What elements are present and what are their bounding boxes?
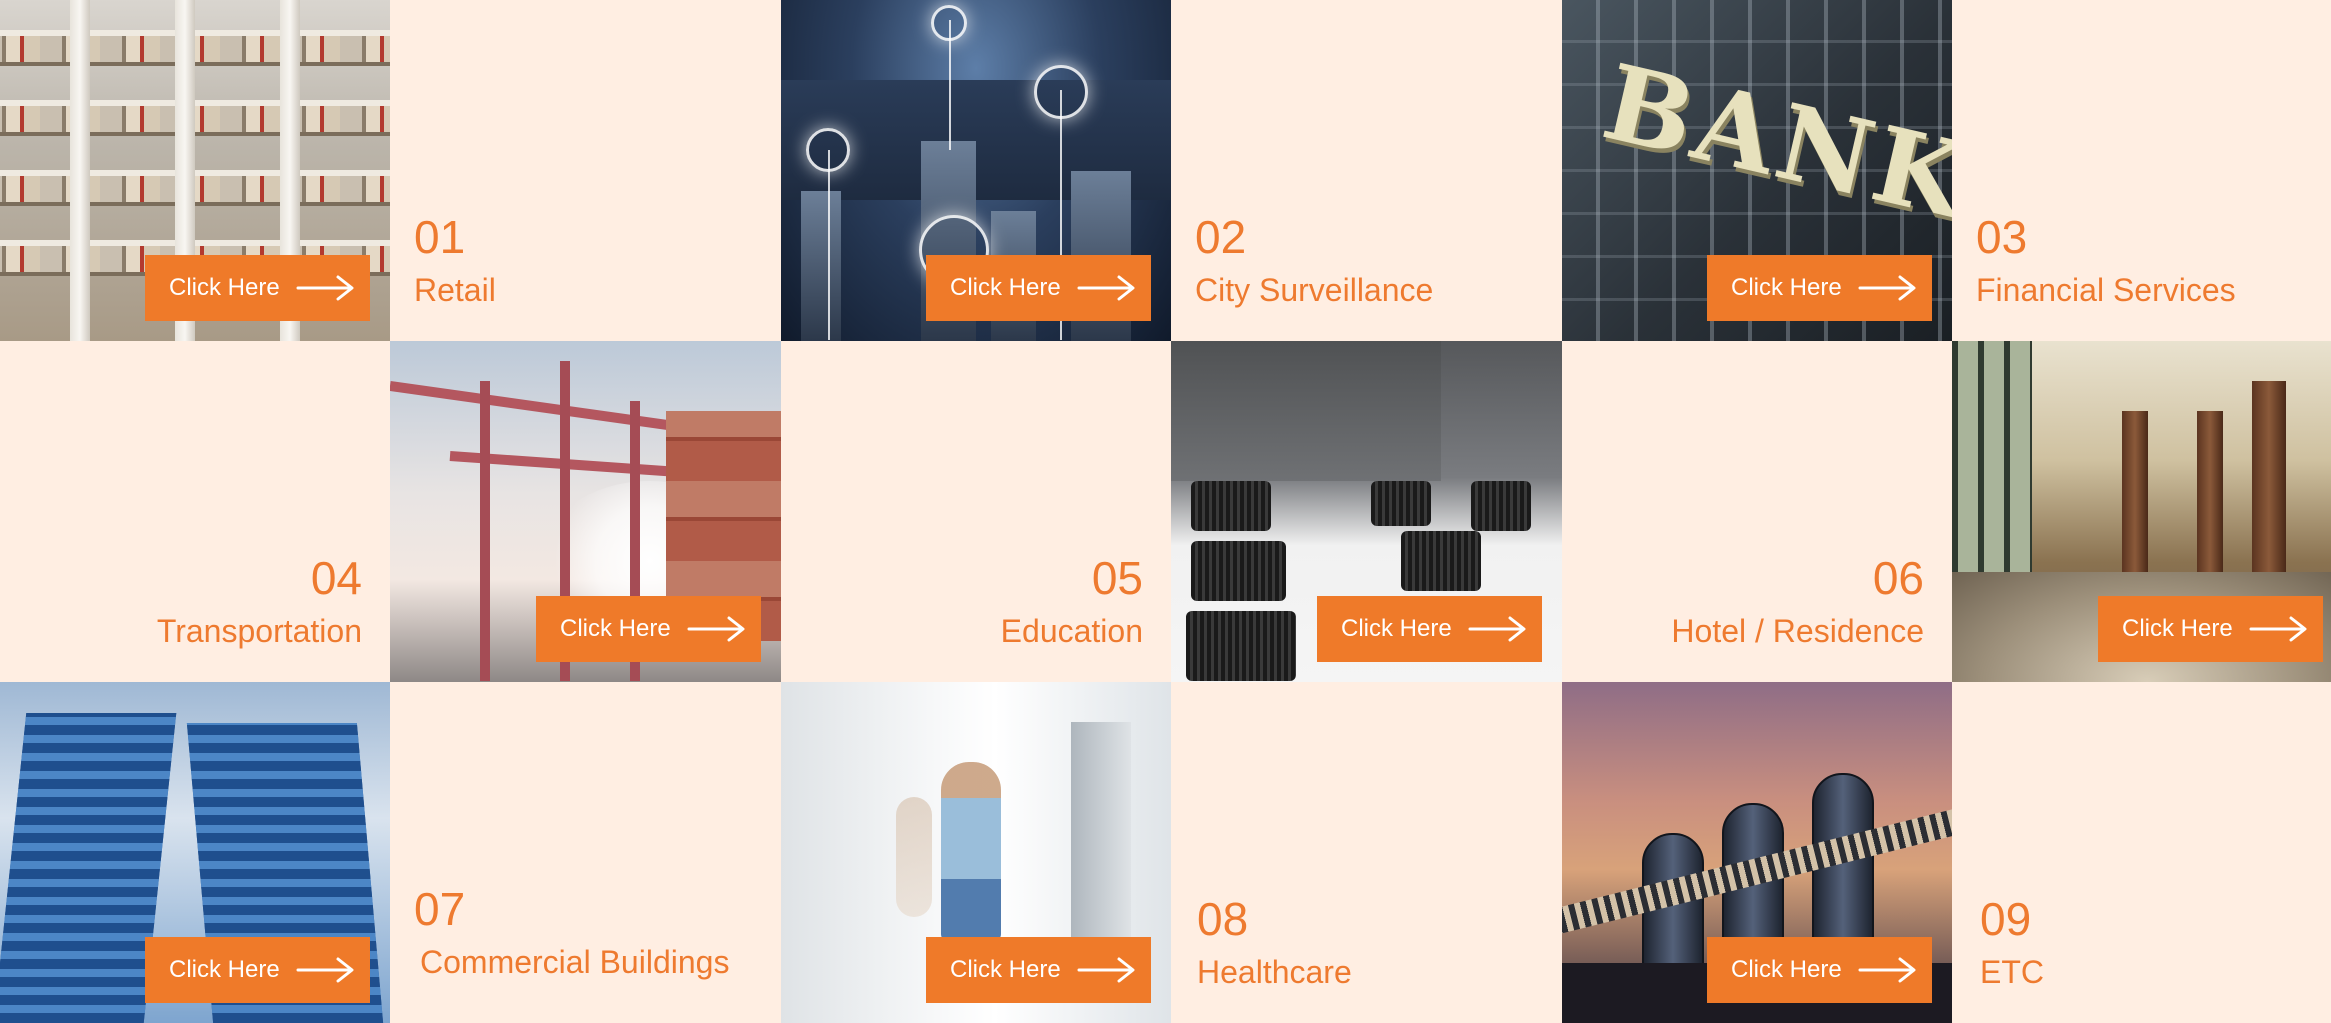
category-number: 04	[310, 552, 362, 604]
click-here-label: Click Here	[1731, 956, 1842, 983]
category-label[interactable]: Transportation	[157, 613, 362, 650]
hotel-residence-photo: Click Here	[1952, 341, 2331, 682]
category-number: 08	[1197, 893, 1249, 945]
commercial-buildings-click-here-button[interactable]: Click Here	[145, 937, 370, 1003]
category-label[interactable]: City Surveillance	[1195, 272, 1433, 309]
category-label[interactable]: Healthcare	[1197, 954, 1352, 991]
click-here-label: Click Here	[1341, 615, 1452, 642]
category-label[interactable]: Commercial Buildings	[420, 944, 729, 981]
category-number: 07	[414, 883, 466, 935]
etc-photo: Click Here	[1562, 682, 1952, 1023]
click-here-label: Click Here	[169, 274, 280, 301]
commercial-buildings-photo: Click Here	[0, 682, 390, 1023]
arrow-right-icon	[1468, 616, 1526, 642]
hotel-residence-click-here-button[interactable]: Click Here	[2098, 596, 2323, 662]
industry-grid: Click Here 01 Retail Click Here 02 City …	[0, 0, 2331, 1023]
retail-caption: 01 Retail	[390, 0, 781, 341]
retail-photo: Click Here	[0, 0, 390, 341]
click-here-label: Click Here	[950, 956, 1061, 983]
arrow-right-icon	[1858, 275, 1916, 301]
arrow-right-icon	[296, 957, 354, 983]
click-here-label: Click Here	[2122, 615, 2233, 642]
category-number: 03	[1976, 211, 2028, 263]
category-number: 01	[414, 211, 466, 263]
category-label[interactable]: Education	[1001, 613, 1143, 650]
arrow-right-icon	[1077, 275, 1135, 301]
financial-services-click-here-button[interactable]: Click Here	[1707, 255, 1932, 321]
arrow-right-icon	[2249, 616, 2307, 642]
city-surveillance-click-here-button[interactable]: Click Here	[926, 255, 1151, 321]
etc-click-here-button[interactable]: Click Here	[1707, 937, 1932, 1003]
category-number: 02	[1195, 211, 1247, 263]
transportation-caption: 04 Transportation	[0, 341, 390, 682]
category-number: 05	[1091, 552, 1143, 604]
category-label[interactable]: Hotel / Residence	[1671, 613, 1924, 650]
city-surveillance-caption: 02 City Surveillance	[1171, 0, 1562, 341]
healthcare-photo: Click Here	[781, 682, 1171, 1023]
education-photo: Click Here	[1171, 341, 1562, 682]
financial-services-photo: BANK Click Here	[1562, 0, 1952, 341]
education-click-here-button[interactable]: Click Here	[1317, 596, 1542, 662]
category-label[interactable]: Financial Services	[1976, 272, 2236, 309]
hotel-residence-caption: 06 Hotel / Residence	[1562, 341, 1952, 682]
city-surveillance-photo: Click Here	[781, 0, 1171, 341]
click-here-label: Click Here	[560, 615, 671, 642]
category-label[interactable]: Retail	[414, 272, 496, 309]
click-here-label: Click Here	[1731, 274, 1842, 301]
category-number: 09	[1980, 893, 2032, 945]
education-caption: 05 Education	[781, 341, 1171, 682]
transportation-photo: Click Here	[390, 341, 781, 682]
commercial-buildings-caption: 07 Commercial Buildings	[390, 682, 781, 1023]
click-here-label: Click Here	[950, 274, 1061, 301]
etc-caption: 09 ETC	[1952, 682, 2331, 1023]
click-here-label: Click Here	[169, 956, 280, 983]
healthcare-click-here-button[interactable]: Click Here	[926, 937, 1151, 1003]
arrow-right-icon	[296, 275, 354, 301]
category-label[interactable]: ETC	[1980, 954, 2044, 991]
transportation-click-here-button[interactable]: Click Here	[536, 596, 761, 662]
healthcare-caption: 08 Healthcare	[1171, 682, 1562, 1023]
financial-services-caption: 03 Financial Services	[1952, 0, 2331, 341]
arrow-right-icon	[1077, 957, 1135, 983]
arrow-right-icon	[687, 616, 745, 642]
arrow-right-icon	[1858, 957, 1916, 983]
category-number: 06	[1872, 552, 1924, 604]
retail-click-here-button[interactable]: Click Here	[145, 255, 370, 321]
